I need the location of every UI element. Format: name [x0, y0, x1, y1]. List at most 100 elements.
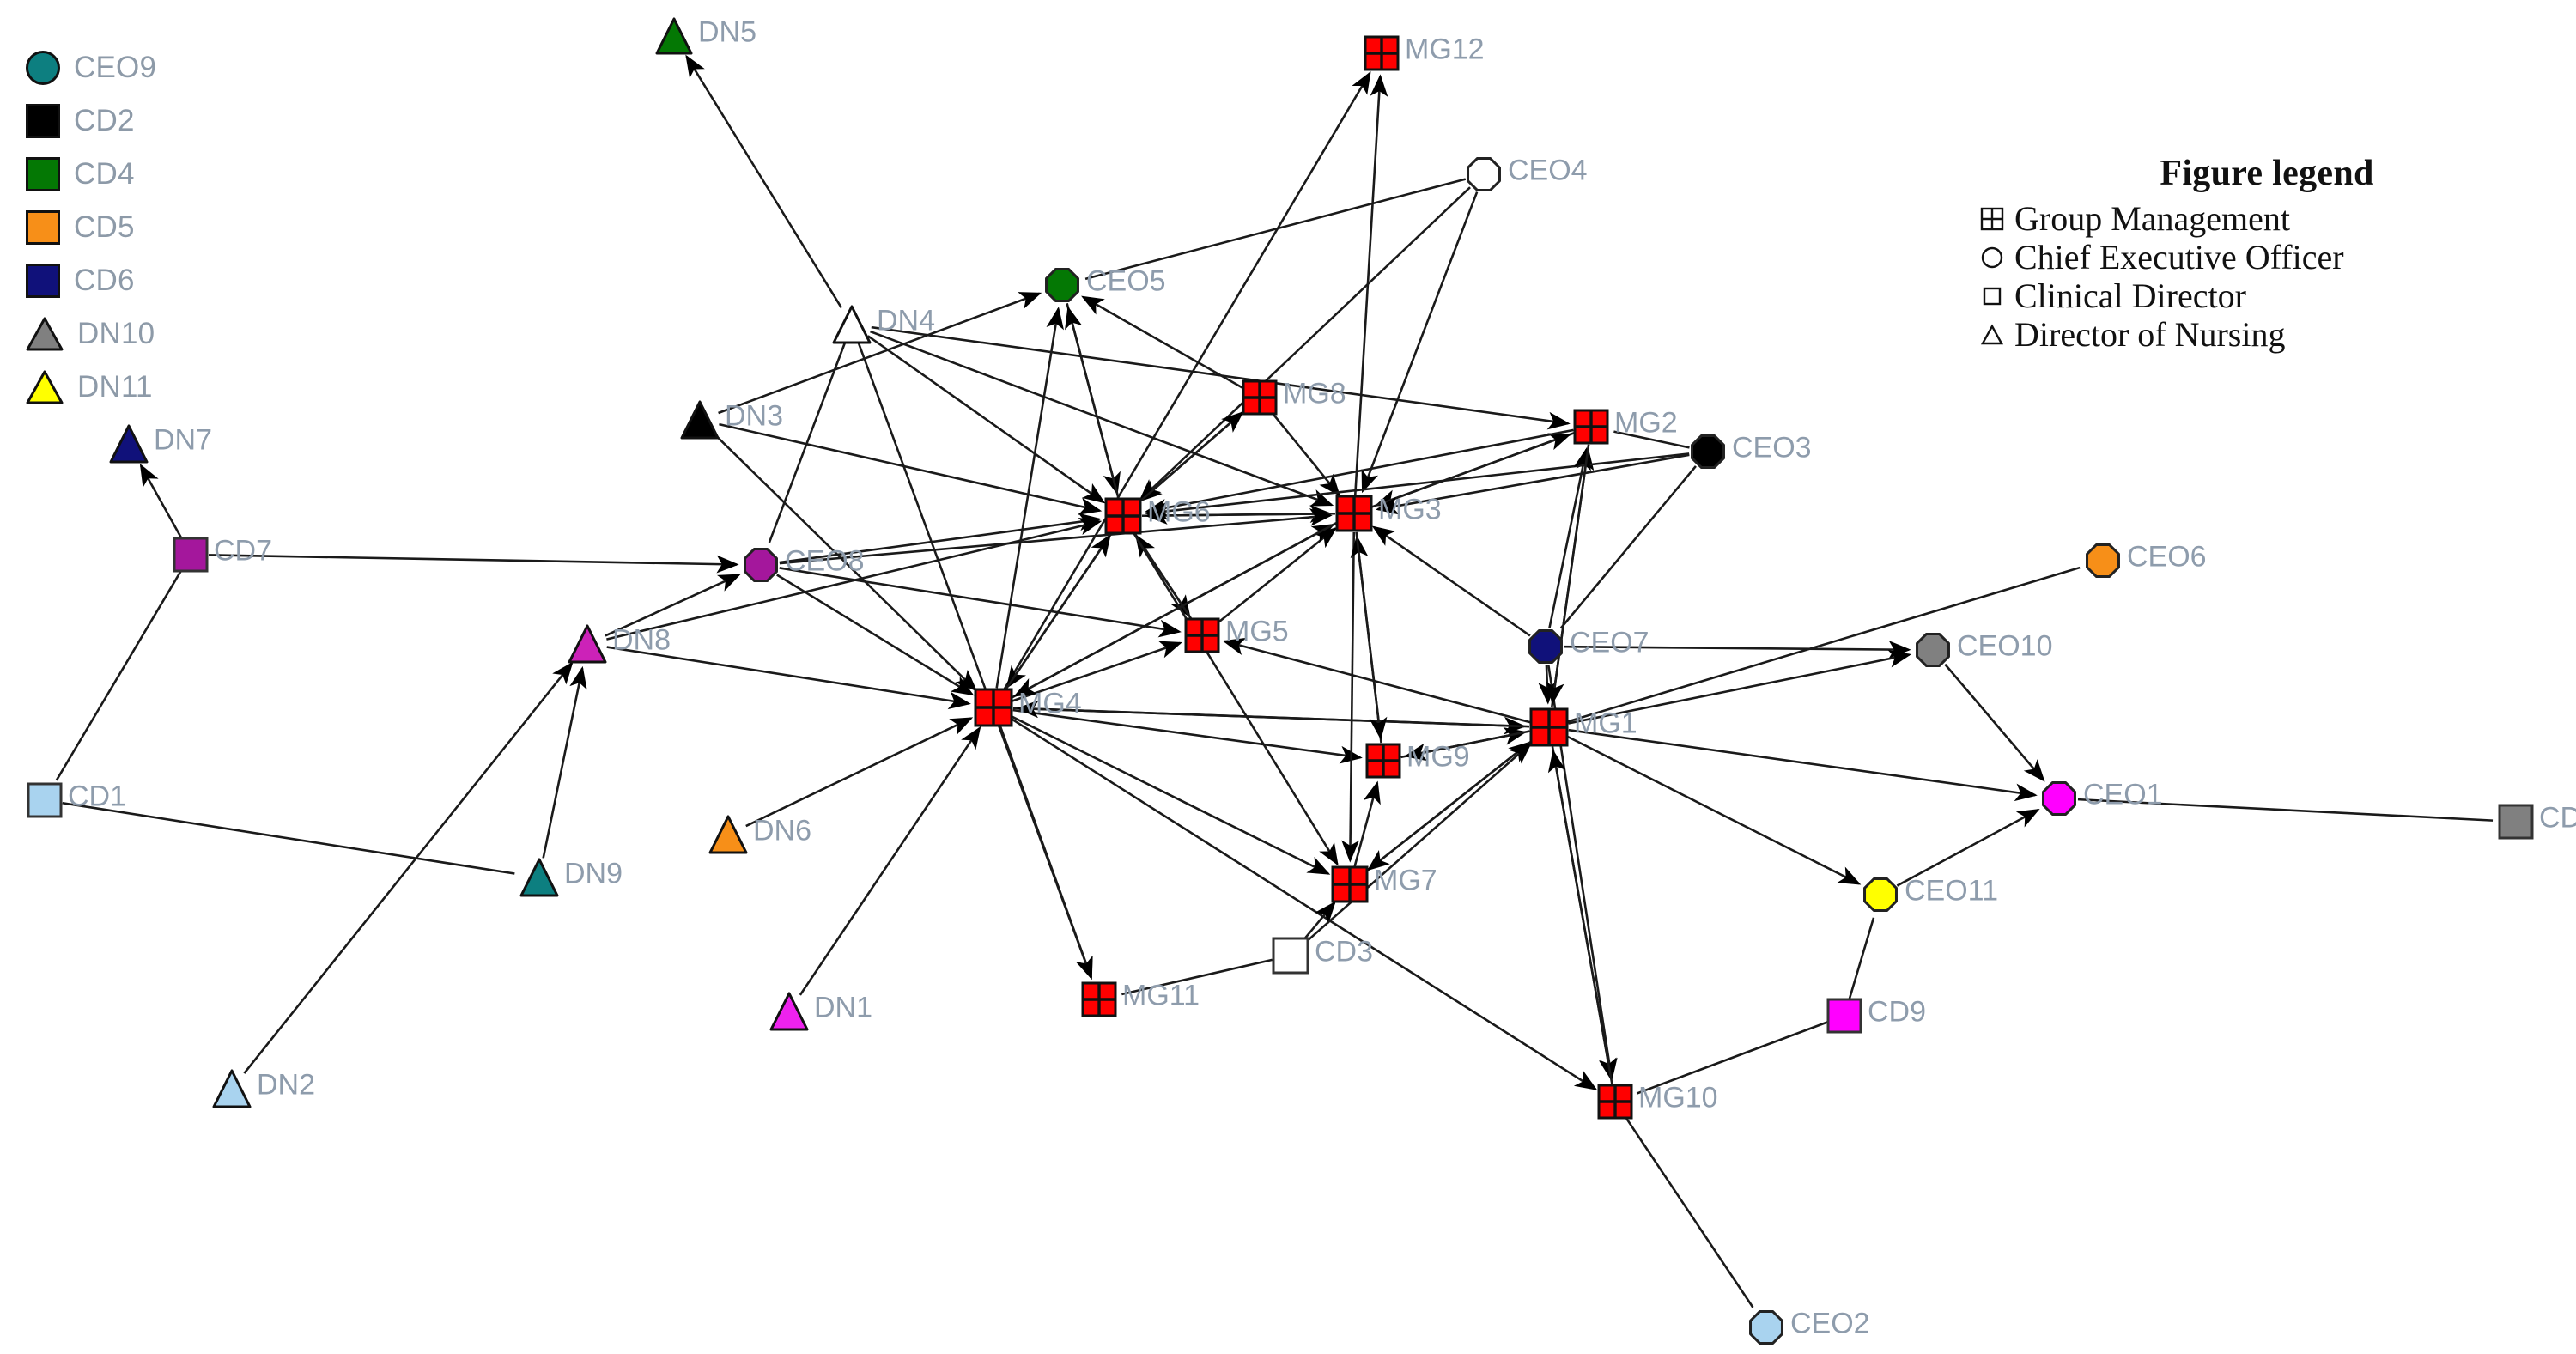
graph-edge	[719, 422, 1103, 515]
graph-node-dn9[interactable]	[519, 858, 559, 897]
circle-icon	[1916, 633, 1950, 667]
graph-edge	[1568, 649, 1912, 725]
graph-edge	[1013, 521, 1339, 697]
graph-node-mg3[interactable]	[1335, 495, 1373, 532]
graph-node-mg6[interactable]	[1104, 497, 1142, 535]
triangle-icon	[519, 858, 559, 897]
triangle-icon	[680, 400, 720, 440]
graph-node-cd7[interactable]	[173, 537, 209, 573]
graph-edge	[718, 292, 1042, 415]
graph-node-mg7[interactable]	[1331, 865, 1369, 903]
graph-node-cd3[interactable]	[1272, 937, 1309, 975]
graph-node-ceo6[interactable]	[2086, 543, 2120, 578]
graph-node-ceo2[interactable]	[1749, 1310, 1783, 1345]
graph-node-dn1[interactable]	[769, 992, 809, 1031]
graph-edge	[1145, 452, 1690, 520]
graph-edge	[1009, 717, 1598, 1090]
graph-edge	[1136, 410, 1244, 505]
figure-legend-title: Figure legend	[2160, 154, 2374, 193]
square-icon	[26, 157, 60, 191]
circle-icon	[1528, 629, 1563, 664]
graph-edge	[1135, 534, 1194, 622]
figure-legend: Figure legend Group Management Chief Exec…	[1975, 153, 2524, 354]
graph-edge	[208, 554, 739, 574]
graph-edge	[62, 801, 515, 875]
graph-node-mg12[interactable]	[1364, 35, 1400, 71]
graph-edge	[2077, 798, 2494, 822]
graph-node-mg10[interactable]	[1597, 1084, 1633, 1120]
color-key-label: DN11	[77, 370, 153, 404]
circle-icon	[1467, 157, 1501, 191]
circle-outline-icon	[1975, 240, 2009, 275]
color-key-row: DN11	[26, 361, 249, 414]
graph-node-mg11[interactable]	[1081, 981, 1117, 1017]
graph-edge	[1011, 715, 1331, 875]
graph-edge	[1538, 665, 1557, 705]
graph-node-dn5[interactable]	[655, 17, 693, 55]
graph-node-cd1[interactable]	[27, 782, 63, 818]
graph-edge	[1613, 430, 1690, 449]
graph-edge	[1355, 531, 1388, 740]
figure-legend-label: Director of Nursing	[2014, 314, 2286, 354]
graph-edge	[243, 661, 574, 1074]
figure-legend-label: Chief Executive Officer	[2014, 237, 2344, 276]
square-icon	[1826, 998, 1862, 1034]
graph-node-ceo1[interactable]	[2042, 781, 2076, 816]
graph-node-dn7[interactable]	[109, 424, 149, 464]
graph-node-mg9[interactable]	[1365, 743, 1401, 779]
graph-node-mg1[interactable]	[1529, 707, 1569, 747]
graph-node-ceo11[interactable]	[1863, 877, 1898, 912]
graph-node-ceo7[interactable]	[1528, 629, 1563, 664]
triangle-icon	[832, 305, 872, 344]
graph-node-mg4[interactable]	[974, 688, 1013, 727]
graph-node-dn8[interactable]	[568, 624, 607, 664]
graph-node-cd9[interactable]	[1826, 998, 1862, 1034]
graph-node-ceo5[interactable]	[1045, 268, 1079, 302]
circle-icon	[1045, 268, 1079, 302]
circle-icon	[744, 548, 778, 582]
triangle-icon	[26, 370, 64, 404]
graph-edge	[542, 665, 587, 859]
graph-edge	[1624, 1115, 1754, 1308]
figure-legend-label: Clinical Director	[2014, 276, 2246, 315]
graph-edge	[1016, 700, 1530, 728]
color-key-label: CD5	[74, 210, 135, 244]
graph-node-dn6[interactable]	[708, 815, 748, 854]
graph-node-mg2[interactable]	[1573, 409, 1609, 445]
graph-edge	[1353, 780, 1381, 867]
graph-edge	[1568, 728, 2038, 802]
color-key-label: CD6	[74, 264, 135, 297]
color-key-label: DN10	[77, 317, 155, 350]
graph-node-ceo3[interactable]	[1691, 434, 1725, 469]
square-icon	[26, 264, 60, 298]
graph-node-mg5[interactable]	[1184, 617, 1220, 653]
graph-edge	[1636, 1021, 1828, 1095]
triangle-icon	[708, 815, 748, 854]
graph-edge	[799, 726, 981, 996]
graph-edge	[1565, 735, 1862, 885]
graph-edge	[1121, 958, 1273, 996]
graph-edge	[1215, 526, 1338, 625]
graph-edge	[1546, 444, 1590, 705]
color-key-label: CEO9	[74, 51, 157, 84]
square-icon	[26, 210, 60, 245]
graph-edge	[1371, 525, 1531, 637]
figure-legend-label: Group Management	[2014, 198, 2291, 238]
color-key-row: CD2	[26, 94, 249, 148]
graph-node-mg8[interactable]	[1242, 379, 1278, 416]
graph-node-ceo8[interactable]	[744, 548, 778, 582]
graph-edge	[1065, 306, 1120, 499]
graph-node-ceo4[interactable]	[1467, 157, 1501, 191]
graph-node-ceo10[interactable]	[1916, 633, 1950, 667]
square-outline-icon	[1975, 279, 2009, 313]
graph-node-dn2[interactable]	[212, 1069, 252, 1108]
graph-node-cd8[interactable]	[2498, 804, 2534, 840]
graph-node-dn3[interactable]	[680, 400, 720, 440]
color-key-row: DN10	[26, 307, 249, 361]
graph-edge	[1002, 70, 1371, 691]
graph-node-dn4[interactable]	[832, 305, 872, 344]
figure-legend-row: Clinical Director	[1975, 276, 2524, 315]
graph-edge	[999, 726, 1093, 981]
color-key-row: CD6	[26, 254, 249, 307]
triangle-icon	[655, 17, 693, 55]
